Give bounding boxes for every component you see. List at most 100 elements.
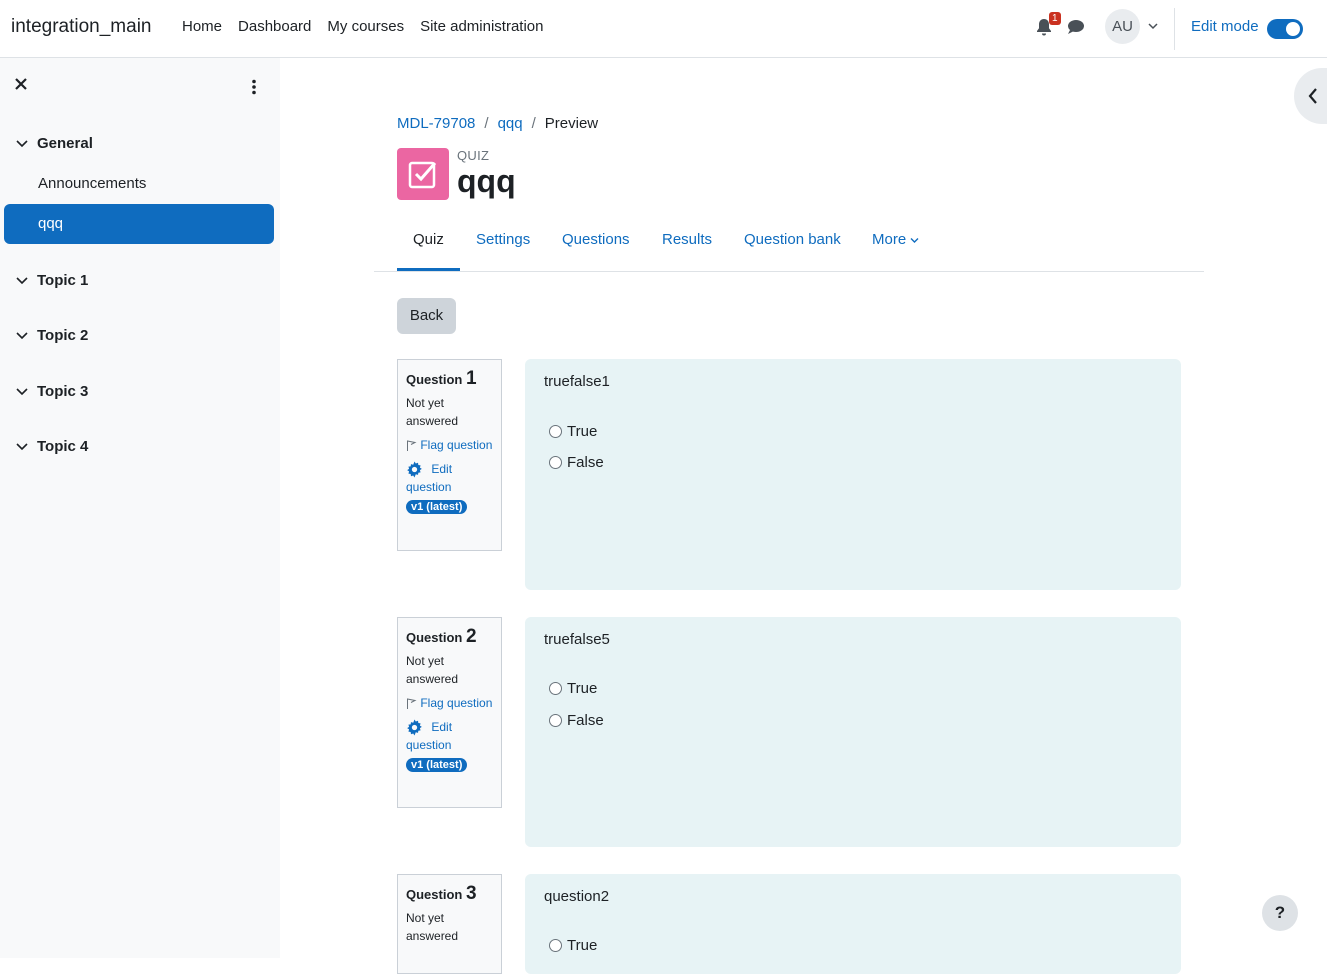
nav-dashboard[interactable]: Dashboard [238,18,311,35]
tab-questions[interactable]: Questions [562,231,630,248]
radio-button[interactable] [549,456,562,469]
chevron-down-icon[interactable] [16,331,28,341]
answer-option-false[interactable]: False [549,712,604,729]
drawer-item-label: Announcements [38,175,147,192]
answer-label: False [567,712,604,729]
section-title[interactable]: General [37,135,93,152]
messages-icon[interactable] [1067,19,1085,35]
tab-more-label: More [872,231,907,248]
close-icon[interactable] [14,77,28,91]
tab-results[interactable]: Results [662,231,712,248]
question-text: question2 [544,888,610,905]
question-number: Question 2 [406,626,493,648]
section-title[interactable]: Topic 1 [37,272,88,289]
edit-question-link[interactable]: Edit question [406,460,493,496]
answer-label: True [567,937,598,954]
site-brand[interactable]: integration_main [11,16,151,38]
gear-icon [407,461,422,478]
tab-settings[interactable]: Settings [476,231,530,248]
answer-option-false[interactable]: False [549,454,604,471]
flag-icon [407,698,417,709]
question-content-3: question2 True [525,874,1181,974]
top-navbar: integration_main Home Dashboard My cours… [0,0,1327,58]
question-number: Question 1 [406,368,493,390]
question-number-value: 2 [465,626,477,647]
breadcrumb-separator: / [484,115,489,132]
open-block-drawer-button[interactable] [1294,68,1327,124]
active-tab-indicator [397,268,460,271]
notification-count-badge: 1 [1049,12,1061,25]
question-info-3: Question 3 Not yet answered [397,874,502,974]
breadcrumb-separator: / [531,115,536,132]
back-button[interactable]: Back [397,298,456,334]
checkbox-checked-icon [408,161,437,189]
question-content-1: truefalse1 True False [525,359,1181,590]
chevron-down-icon [910,237,919,243]
course-index-drawer: General Announcements qqq Topic 1 Topic … [0,58,280,958]
tab-quiz[interactable]: Quiz [413,231,444,248]
flag-icon [407,440,417,451]
flag-question-label: Flag question [420,696,493,710]
breadcrumb-current: Preview [544,115,599,132]
version-badge: v1 (latest) [406,758,468,773]
nav-home[interactable]: Home [182,18,222,35]
question-state: Not yet answered [406,911,459,943]
drawer-item-announcements[interactable]: Announcements [4,164,274,204]
nav-site-administration[interactable]: Site administration [420,18,543,35]
edit-question-link[interactable]: Edit question [406,718,493,754]
radio-button[interactable] [549,425,562,438]
chevron-left-icon [1308,88,1317,104]
question-state: Not yet answered [406,396,459,428]
drawer-item-label: qqq [38,215,64,232]
question-text: truefalse1 [544,373,610,390]
chevron-down-icon[interactable] [16,276,28,286]
more-options-icon[interactable] [250,79,258,95]
navbar-divider [1174,8,1175,50]
help-button[interactable]: ? [1262,895,1298,931]
breadcrumb-quiz[interactable]: qqq [498,115,523,132]
question-info-2: Question 2 Not yet answered Flag questio… [397,617,502,808]
drawer-item-qqq[interactable]: qqq [4,204,274,244]
secondary-navigation: Quiz Settings Questions Results Question… [374,224,1204,272]
chevron-down-icon[interactable] [16,387,28,397]
gear-icon [407,719,422,736]
answer-label: True [567,423,598,440]
nav-my-courses[interactable]: My courses [327,18,404,35]
breadcrumb-course[interactable]: MDL-79708 [397,115,475,132]
edit-mode-toggle[interactable] [1267,19,1303,39]
section-title[interactable]: Topic 2 [37,327,88,344]
flag-question-link[interactable]: Flag question [406,694,493,712]
radio-button[interactable] [549,714,562,727]
tab-question-bank[interactable]: Question bank [744,231,841,248]
question-label: Question [406,887,463,902]
flag-question-link[interactable]: Flag question [406,436,493,454]
question-content-2: truefalse5 True False [525,617,1181,847]
section-title[interactable]: Topic 3 [37,383,88,400]
question-info-1: Question 1 Not yet answered Flag questio… [397,359,502,551]
answer-label: False [567,454,604,471]
chevron-down-icon[interactable] [16,442,28,452]
radio-button[interactable] [549,682,562,695]
answer-label: True [567,680,598,697]
tab-more[interactable]: More [872,231,919,248]
answer-option-true[interactable]: True [549,680,597,697]
answer-option-true[interactable]: True [549,423,597,440]
version-badge: v1 (latest) [406,500,468,515]
chevron-down-icon[interactable] [1148,21,1158,31]
chevron-down-icon[interactable] [16,139,28,149]
flag-question-label: Flag question [420,438,493,452]
question-number: Question 3 [406,883,493,905]
radio-button[interactable] [549,939,562,952]
question-number-value: 1 [465,368,477,389]
quiz-activity-icon [397,148,449,200]
question-label: Question [406,630,463,645]
answer-option-true[interactable]: True [549,937,597,954]
user-avatar[interactable]: AU [1105,9,1140,44]
primary-navigation: Home Dashboard My courses Site administr… [182,18,560,35]
edit-mode-label[interactable]: Edit mode [1191,18,1259,35]
section-title[interactable]: Topic 4 [37,438,88,455]
question-text: truefalse5 [544,631,610,648]
question-number-value: 3 [465,883,477,904]
question-label: Question [406,372,463,387]
breadcrumb: MDL-79708 / qqq / Preview [397,115,598,132]
